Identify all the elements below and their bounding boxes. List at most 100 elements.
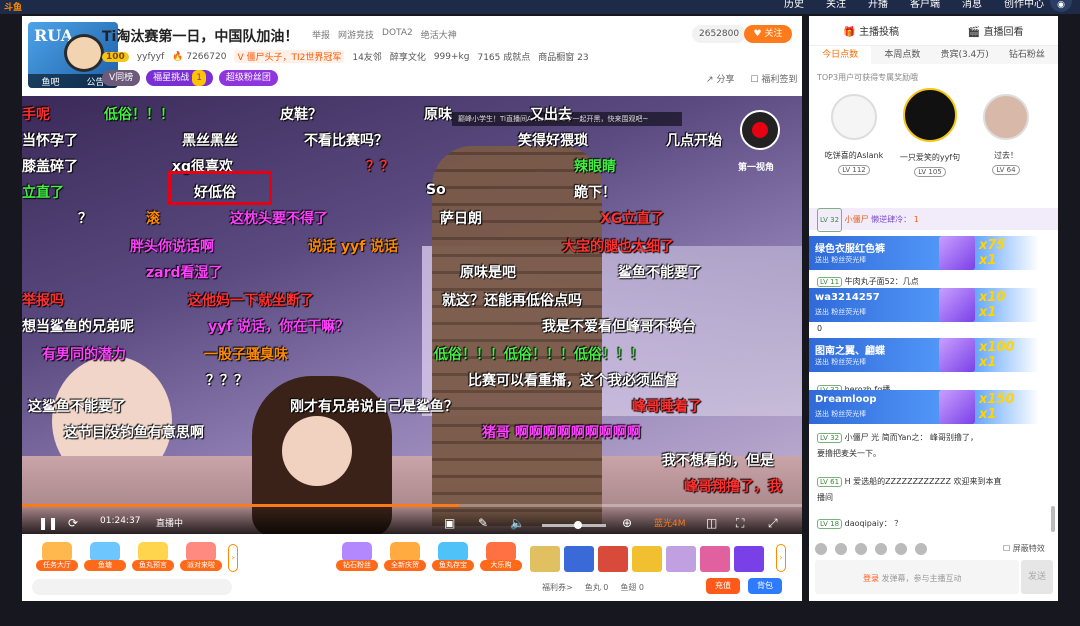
gift-item-4[interactable] <box>632 546 662 572</box>
volume-knob[interactable] <box>574 521 582 529</box>
gift-combo: x1 <box>979 355 997 370</box>
tag-link[interactable]: 绝活大神 <box>421 28 457 41</box>
playlist-icon[interactable]: ▣ <box>444 516 455 530</box>
video-player[interactable]: MEE 巅峰小学生！Ti直播间Arrtsmall 1个一起开黑，快来围观吧~ 第… <box>22 96 802 534</box>
send-button[interactable]: 发送 <box>1021 560 1053 594</box>
danmaku-toggle-icon[interactable]: ⊕ <box>622 516 632 530</box>
v-tag[interactable]: V 僵尸头子，TI2世界冠军 <box>234 50 345 63</box>
volume-icon[interactable]: 🔈 <box>510 516 525 530</box>
shield-effects-toggle[interactable]: ☐ 屏蔽特效 <box>1003 543 1045 554</box>
danmaku-item: 比赛可以看重播，这个我必须监督 <box>468 373 678 389</box>
recharge-button[interactable]: 充值 <box>706 578 740 594</box>
gift-item-1[interactable] <box>530 546 560 572</box>
gift-count: x10 <box>979 290 1006 305</box>
gift-diamond-fan[interactable]: 钻石粉丝 <box>336 542 378 572</box>
nav-follow[interactable]: 关注 <box>826 0 846 10</box>
gift-task-hall[interactable]: 任务大厅 <box>36 542 78 572</box>
category-link[interactable]: 网游竞技 <box>338 28 374 41</box>
quality-select[interactable]: 蓝光4M <box>654 516 686 529</box>
volume-slider[interactable] <box>542 521 606 529</box>
rank-3[interactable]: 过去！ LV 64 <box>971 94 1041 175</box>
gift-sender[interactable]: wa3214257 <box>815 292 880 303</box>
danmaku-item: 萨日朗 <box>440 211 482 227</box>
gift-party[interactable]: 派对来啦 <box>180 542 222 572</box>
share-button[interactable]: ↗ 分享 <box>706 72 734 85</box>
nav-client[interactable]: 客户端 <box>910 0 940 10</box>
follow-button[interactable]: ♥ 关注 <box>744 25 792 43</box>
chat-scrollbar[interactable] <box>1051 506 1055 532</box>
fishball-count: 鱼丸 0 <box>584 583 609 592</box>
gift-fishball-bank[interactable]: 鱼丸存宝 <box>432 542 474 572</box>
tab-replay[interactable]: 🎬 直播回看 <box>968 23 1024 38</box>
gift-celebrate[interactable]: 全新庆贺 <box>384 542 426 572</box>
ticker-text: 懒逆肆冷： <box>871 215 912 224</box>
gift-prediction[interactable]: 鱼丸预言 <box>132 542 174 572</box>
nav-messages[interactable]: 消息 <box>962 0 982 10</box>
chat-input[interactable]: 登录 发弹幕，参与主播互动 <box>815 560 1019 594</box>
gift-item-2[interactable] <box>564 546 594 572</box>
gift-item-7[interactable] <box>734 546 764 572</box>
tab-submissions[interactable]: 🎁 主播投稿 <box>843 23 899 38</box>
gift-input-bar[interactable] <box>32 579 232 595</box>
rank-1[interactable]: 一只爱笑的yyf句 LV 105 <box>895 88 965 177</box>
tab-vip[interactable]: 贵宾(3.4万) <box>934 46 996 64</box>
emoji-icon[interactable] <box>815 543 827 555</box>
danmaku-item: 原味 <box>424 107 452 123</box>
super-fan-badge[interactable]: 超级粉丝团 <box>218 70 278 86</box>
tab-today-points[interactable]: 今日点数 <box>809 46 872 64</box>
tab-diamond-fans[interactable]: 钻石粉丝 <box>996 46 1058 64</box>
image-icon[interactable] <box>895 543 907 555</box>
nav-broadcast[interactable]: 开播 <box>868 0 888 10</box>
mail-icon[interactable] <box>835 543 847 555</box>
streamer-name[interactable]: yyfyyf <box>137 52 164 62</box>
culture-link[interactable]: 醉享文化 <box>390 50 426 63</box>
gift-item-3[interactable] <box>598 546 628 572</box>
welfare-link[interactable]: 福利券> <box>542 582 573 593</box>
v-rank-badge[interactable]: V同榜 <box>102 70 141 86</box>
lucky-challenge-badge[interactable]: 福星挑战 1 <box>146 70 213 86</box>
sign-button[interactable]: ☐ 福利签到 <box>750 72 797 85</box>
gift-fish-pond-label: 鱼塘 <box>84 560 126 571</box>
refresh-icon[interactable]: ⟳ <box>68 516 78 530</box>
fans-count[interactable]: 14友邻 <box>352 50 381 63</box>
gift-banner: 图南之翼、翩蝶 送出 粉丝荧光棒 x100 x1 <box>809 338 1039 372</box>
pause-icon[interactable]: ❚❚ <box>38 516 58 530</box>
gift-item-6[interactable] <box>700 546 730 572</box>
gift-left-arrow-icon[interactable]: › <box>228 544 238 572</box>
report-link[interactable]: 举报 <box>312 28 330 41</box>
gift-lottery[interactable]: 大乐购 <box>480 542 522 572</box>
shop-link[interactable]: 商品橱窗 23 <box>538 50 588 63</box>
danmaku-item: 原味是吧 <box>460 265 516 281</box>
danmaku-item: 滚 <box>146 211 160 227</box>
rank-tabs: 今日点数 本周点数 贵宾(3.4万) 钻石粉丝 <box>809 46 1058 64</box>
danmaku-item: zard看湿了 <box>146 265 223 281</box>
theater-icon[interactable]: ⛶ <box>736 516 744 531</box>
edit-icon[interactable]: ✎ <box>478 516 488 530</box>
site-logo[interactable]: 斗鱼 <box>4 0 22 13</box>
backpack-button[interactable]: 背包 <box>748 578 782 594</box>
gift-icon[interactable] <box>875 543 887 555</box>
danmaku-item: 辣眼睛 <box>574 159 616 175</box>
bag-icon[interactable] <box>855 543 867 555</box>
settings-icon[interactable] <box>915 543 927 555</box>
host-face <box>282 416 352 486</box>
gift-right-arrow-icon[interactable]: › <box>776 544 786 572</box>
fullscreen-icon[interactable]: ⤢ <box>768 516 778 531</box>
gift-sender[interactable]: 绿色衣服红色裤 <box>815 240 885 255</box>
nav-creator[interactable]: 创作中心 <box>1004 0 1044 10</box>
rank-2[interactable]: 吃饼喜的Aslank LV 112 <box>819 94 889 175</box>
gift-sender[interactable]: 图南之翼、翩蝶 <box>815 342 885 357</box>
rank-tip: TOP3用户可获得专属奖励哦 <box>817 73 919 82</box>
tab-fishbar[interactable]: 鱼吧 <box>41 75 59 88</box>
nav-history[interactable]: 历史 <box>784 0 804 10</box>
first-view-icon[interactable] <box>740 110 780 150</box>
pip-icon[interactable]: ◫ <box>706 516 717 530</box>
gift-fish-pond[interactable]: 鱼塘 <box>84 542 126 572</box>
chat-level: LV 11 <box>817 277 843 287</box>
gift-item-5[interactable] <box>666 546 696 572</box>
gift-sender[interactable]: Dreamloop <box>815 394 877 405</box>
login-link[interactable]: 登录 <box>863 574 879 583</box>
game-link[interactable]: DOTA2 <box>382 28 413 41</box>
tab-week-points[interactable]: 本周点数 <box>871 46 933 64</box>
rank-2-level: LV 112 <box>838 165 870 175</box>
